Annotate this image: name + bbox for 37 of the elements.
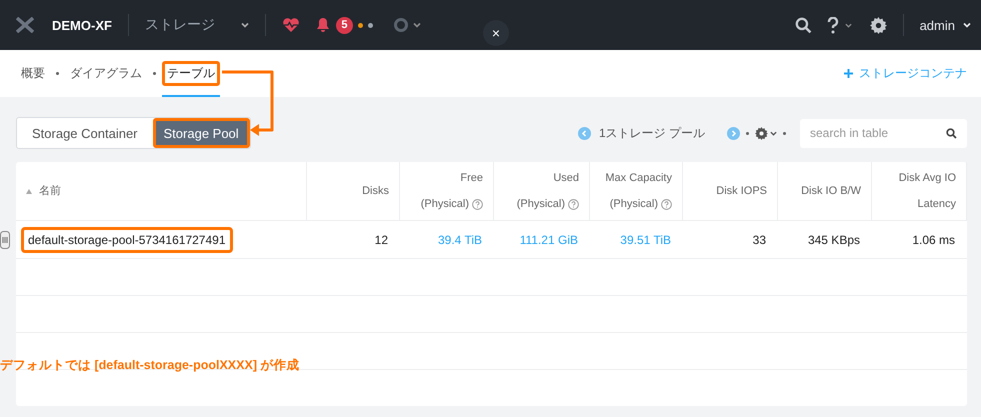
- table-cell: default-storage-pool-5734161727491: [21, 226, 232, 252]
- column-header[interactable]: 名前: [26, 178, 61, 204]
- pager-label: 1ストレージ プール: [598, 124, 705, 142]
- chevron-down-icon[interactable]: [240, 21, 249, 29]
- column-header: Max Capacity (Physical): [604, 171, 672, 212]
- user-menu[interactable]: admin: [920, 18, 955, 32]
- column-header: Free (Physical): [420, 171, 483, 212]
- bell-icon[interactable]: [316, 17, 330, 33]
- view-selector[interactable]: ストレージ: [144, 16, 241, 34]
- chevron-down-icon[interactable]: [770, 130, 777, 137]
- table-cell: 12: [374, 232, 388, 246]
- nav-tab[interactable]: ダイアグラム: [65, 50, 147, 97]
- table-cell: 345 KBps: [808, 232, 860, 246]
- status-dot: [358, 22, 363, 28]
- help-icon[interactable]: [826, 16, 839, 34]
- heart-pulse-icon[interactable]: [282, 17, 300, 33]
- search-field[interactable]: search in table: [800, 118, 967, 148]
- table-cell: 1.06 ms: [912, 232, 955, 246]
- table-cell: 33: [752, 232, 766, 246]
- plus-icon: [844, 69, 853, 78]
- logo-icon: [16, 17, 34, 33]
- annotation-text: デフォルトでは [default-storage-poolXXXX] が作成: [0, 357, 300, 374]
- column-header: Used (Physical): [516, 171, 579, 212]
- settings-icon[interactable]: [870, 16, 887, 34]
- search-icon[interactable]: [946, 128, 957, 138]
- alert-count[interactable]: 5: [336, 16, 353, 34]
- search-icon[interactable]: [794, 16, 812, 34]
- column-header: Disk IO B/W: [801, 184, 861, 199]
- segment-tab[interactable]: Storage Pool: [152, 118, 250, 148]
- cluster-name: DEMO-XF: [52, 18, 112, 32]
- settings-icon[interactable]: [755, 126, 768, 140]
- column-header: Disk IOPS: [716, 184, 767, 199]
- ring-icon[interactable]: [392, 17, 409, 33]
- column-header: Disk Avg IO Latency: [898, 171, 956, 212]
- status-dot: [368, 22, 373, 28]
- nav-tab[interactable]: 概要: [16, 50, 50, 97]
- column-header: Disks: [362, 184, 389, 199]
